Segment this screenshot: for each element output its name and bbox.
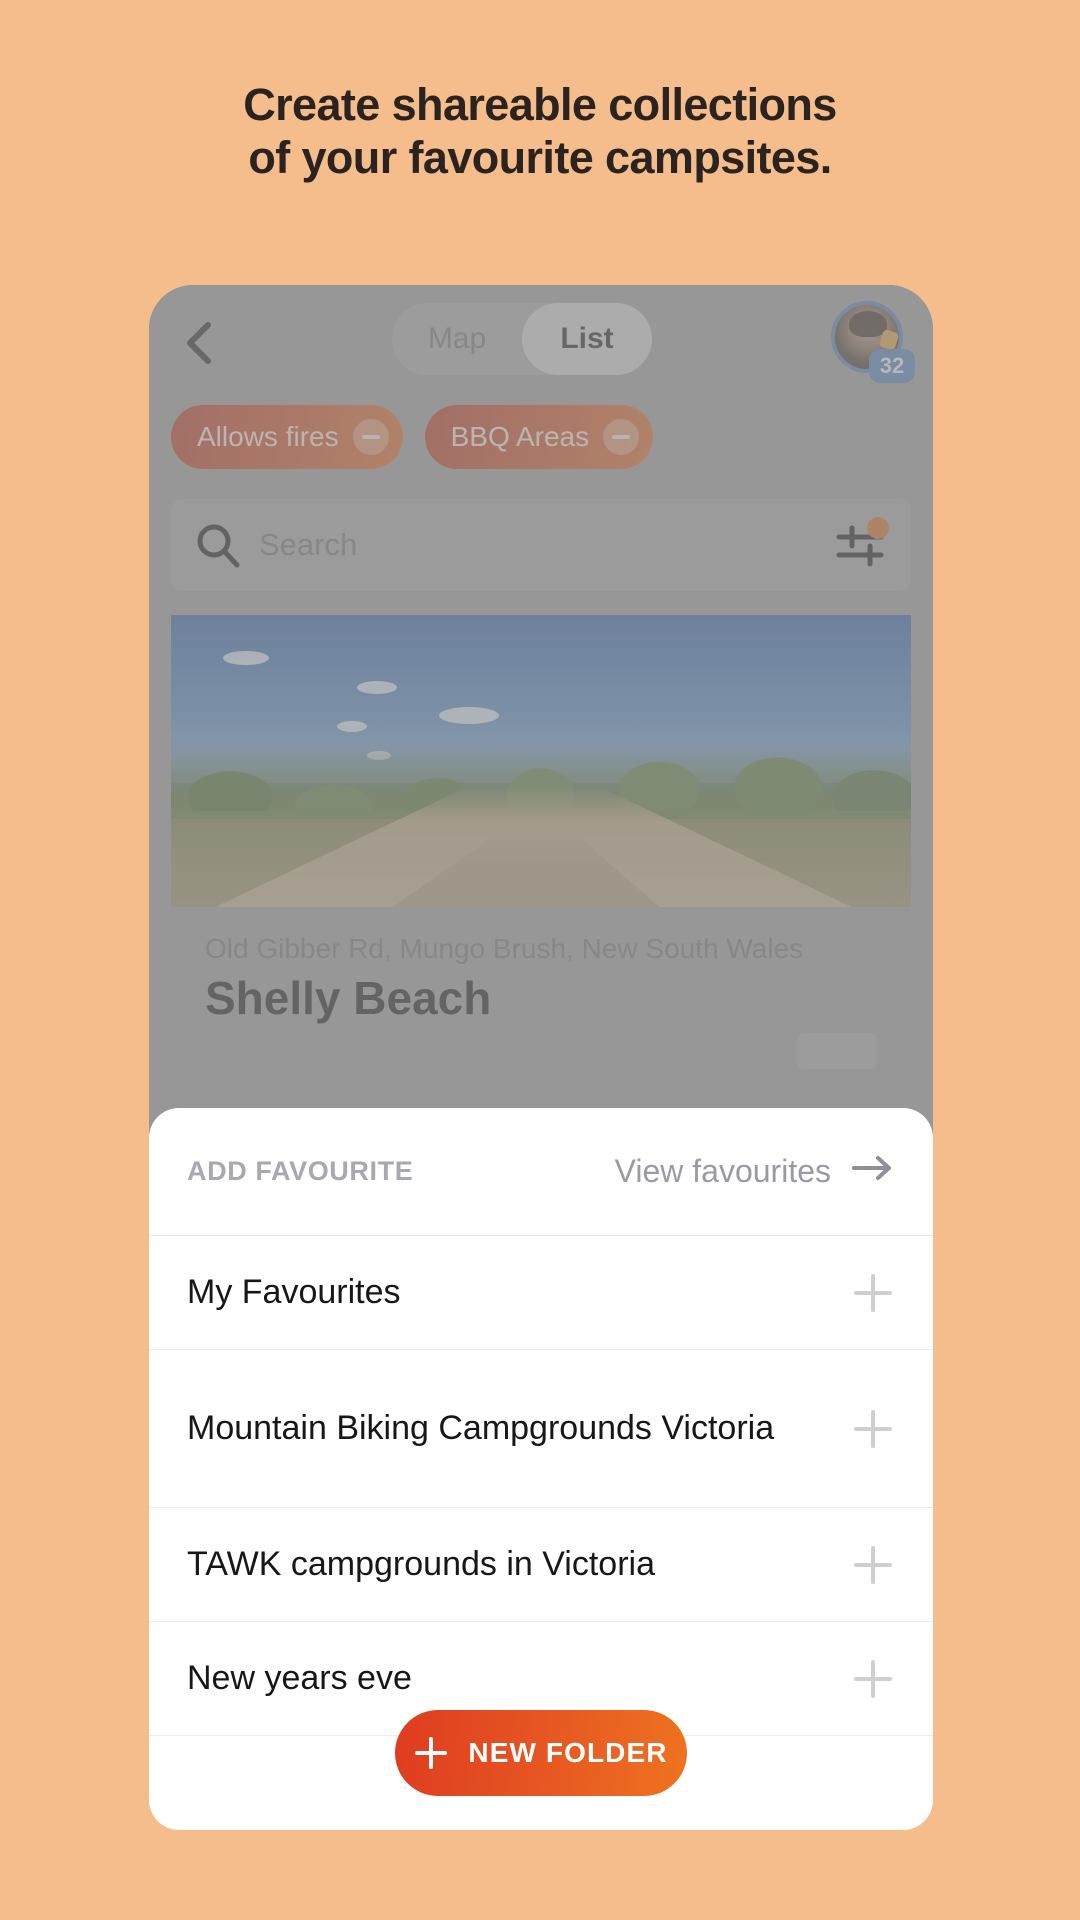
- list-item[interactable]: TAWK campgrounds in Victoria: [149, 1508, 933, 1622]
- new-folder-label: NEW FOLDER: [468, 1736, 668, 1768]
- tune-sliders-icon[interactable]: [835, 517, 889, 571]
- map-list-toggle[interactable]: Map List: [392, 303, 652, 375]
- cloud: [223, 651, 269, 665]
- plus-icon[interactable]: [851, 1407, 895, 1451]
- back-button[interactable]: [171, 315, 227, 371]
- cloud: [439, 707, 499, 724]
- sheet-header: ADD FAVOURITE View favourites: [149, 1108, 933, 1236]
- campsite-address: Old Gibber Rd, Mungo Brush, New South Wa…: [205, 933, 804, 964]
- minus-circle-icon[interactable]: [352, 419, 389, 455]
- search-bar[interactable]: Search: [171, 499, 911, 591]
- campsite-name: Shelly Beach: [205, 972, 492, 1024]
- filter-chip-row: Allows fires BBQ Areas: [149, 405, 933, 483]
- add-favourite-sheet: ADD FAVOURITE View favourites My Favouri…: [149, 1108, 933, 1830]
- view-favourites-link[interactable]: View favourites: [615, 1153, 895, 1191]
- promo-headline: Create shareable collections of your fav…: [0, 78, 1080, 184]
- campsite-photo: [171, 615, 911, 907]
- cloud: [337, 721, 367, 732]
- campsite-action-button[interactable]: [797, 1033, 877, 1069]
- cloud: [357, 681, 397, 694]
- filter-chip-label: BBQ Areas: [450, 421, 590, 452]
- tab-list[interactable]: List: [522, 303, 652, 375]
- plus-icon[interactable]: [851, 1543, 895, 1587]
- promo-line-2: of your favourite campsites.: [248, 132, 832, 184]
- tab-map[interactable]: Map: [392, 303, 522, 375]
- view-favourites-label: View favourites: [614, 1153, 831, 1189]
- sheet-title: ADD FAVOURITE: [187, 1156, 414, 1186]
- plus-icon: [414, 1736, 448, 1770]
- list-item[interactable]: My Favourites: [149, 1236, 933, 1350]
- app-header: Map List 32: [149, 285, 933, 395]
- minus-circle-icon[interactable]: [603, 419, 640, 455]
- arrow-right-icon: [851, 1153, 895, 1191]
- folder-name: TAWK campgrounds in Victoria: [187, 1544, 655, 1583]
- filter-chip-bbq-areas[interactable]: BBQ Areas: [424, 405, 654, 469]
- filter-active-badge: [867, 517, 889, 539]
- plus-icon[interactable]: [851, 1271, 895, 1315]
- chevron-left-icon: [180, 319, 218, 367]
- sheet-footer: NEW FOLDER: [149, 1675, 933, 1830]
- filter-chip-label: Allows fires: [197, 421, 339, 452]
- avatar-badge-count: 32: [869, 349, 915, 383]
- filter-chip-allows-fires[interactable]: Allows fires: [171, 405, 403, 469]
- folder-name: Mountain Biking Campgrounds Victoria: [187, 1408, 775, 1447]
- folder-name: My Favourites: [187, 1272, 401, 1311]
- search-icon: [193, 520, 243, 570]
- search-input[interactable]: Search: [259, 527, 835, 563]
- avatar-button[interactable]: 32: [831, 301, 915, 383]
- new-folder-button[interactable]: NEW FOLDER: [395, 1709, 687, 1796]
- list-item[interactable]: Mountain Biking Campgrounds Victoria: [149, 1350, 933, 1508]
- promo-line-1: Create shareable collections: [243, 79, 837, 130]
